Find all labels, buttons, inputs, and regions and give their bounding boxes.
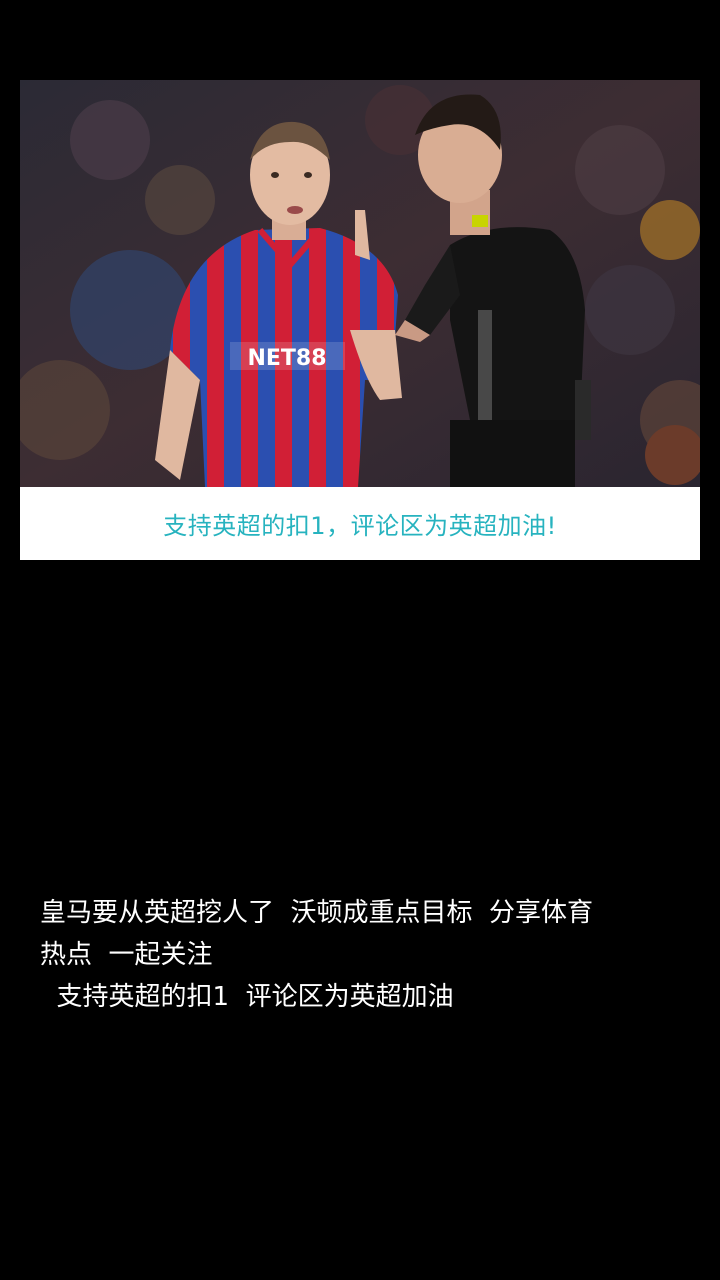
post-line: 热点 一起关注 [40, 940, 213, 970]
photo-caption: 支持英超的扣1，评论区为英超加油! [163, 512, 557, 540]
photo-caption-bar: 支持英超的扣1，评论区为英超加油! [20, 487, 700, 560]
video-card[interactable]: NET88 支持英超的扣1，评论区为英超加油! [20, 80, 700, 560]
post-description: 皇马要从英超挖人了 沃顿成重点目标 分享体育 热点 一起关注 支持英超的扣1 评… [40, 892, 680, 1018]
post-line: 支持英超的扣1 评论区为英超加油 [40, 982, 454, 1012]
match-photo: NET88 [20, 80, 700, 487]
post-line: 皇马要从英超挖人了 沃顿成重点目标 分享体育 [40, 898, 594, 928]
jersey-sponsor-text: NET88 [247, 346, 326, 371]
